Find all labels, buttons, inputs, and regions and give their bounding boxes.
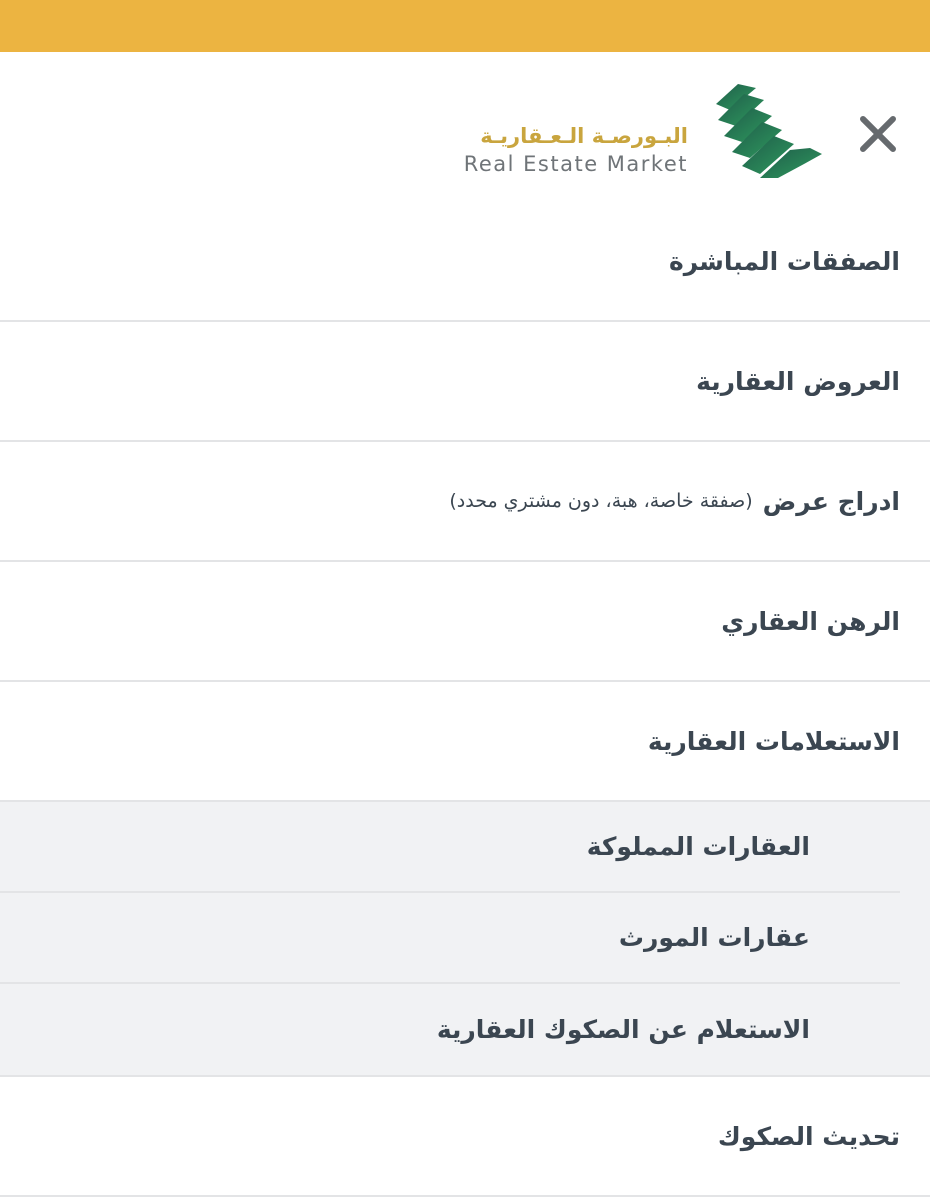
logo: البـورصـة الـعـقاريـة Real Estate Market	[460, 78, 840, 188]
menu-item-label: الصفقات المباشرة	[669, 246, 900, 276]
menu-item-update-deeds[interactable]: تحديث الصكوك	[0, 1077, 930, 1197]
submenu-item-inherited-properties[interactable]: عقارات المورث	[0, 893, 900, 984]
menu-item-direct-deals[interactable]: الصفقات المباشرة	[0, 202, 930, 322]
saudi-map-logo-icon	[714, 84, 824, 182]
submenu-item-label: عقارات المورث	[618, 923, 810, 952]
menu-item-list-offer[interactable]: ادراج عرض (صفقة خاصة، هبة، دون مشتري محد…	[0, 442, 930, 562]
menu-item-note: (صفقة خاصة، هبة، دون مشتري محدد)	[449, 490, 753, 512]
menu-header: البـورصـة الـعـقاريـة Real Estate Market	[0, 52, 930, 202]
menu-item-label: الاستعلامات العقارية	[647, 726, 900, 756]
menu-item-mortgage[interactable]: الرهن العقاري	[0, 562, 930, 682]
logo-arabic-text: البـورصـة الـعـقاريـة	[480, 124, 688, 148]
close-button[interactable]	[854, 110, 902, 158]
close-icon	[860, 116, 896, 152]
submenu-item-owned-properties[interactable]: العقارات المملوكة	[0, 802, 900, 893]
menu-item-label: الرهن العقاري	[721, 606, 900, 636]
submenu-item-label: الاستعلام عن الصكوك العقارية	[436, 1015, 810, 1044]
menu-item-label: ادراج عرض	[762, 486, 900, 516]
top-bar	[0, 0, 930, 52]
side-menu: الصفقات المباشرة العروض العقارية ادراج ع…	[0, 202, 930, 1197]
submenu-item-deed-inquiry[interactable]: الاستعلام عن الصكوك العقارية	[0, 984, 900, 1075]
menu-item-inquiries[interactable]: الاستعلامات العقارية	[0, 682, 930, 802]
inquiries-submenu: العقارات المملوكة عقارات المورث الاستعلا…	[0, 802, 930, 1077]
menu-item-real-estate-offers[interactable]: العروض العقارية	[0, 322, 930, 442]
menu-item-label: العروض العقارية	[696, 366, 900, 396]
logo-english-text: Real Estate Market	[463, 152, 688, 176]
menu-item-label: تحديث الصكوك	[717, 1121, 900, 1151]
submenu-item-label: العقارات المملوكة	[586, 832, 810, 861]
